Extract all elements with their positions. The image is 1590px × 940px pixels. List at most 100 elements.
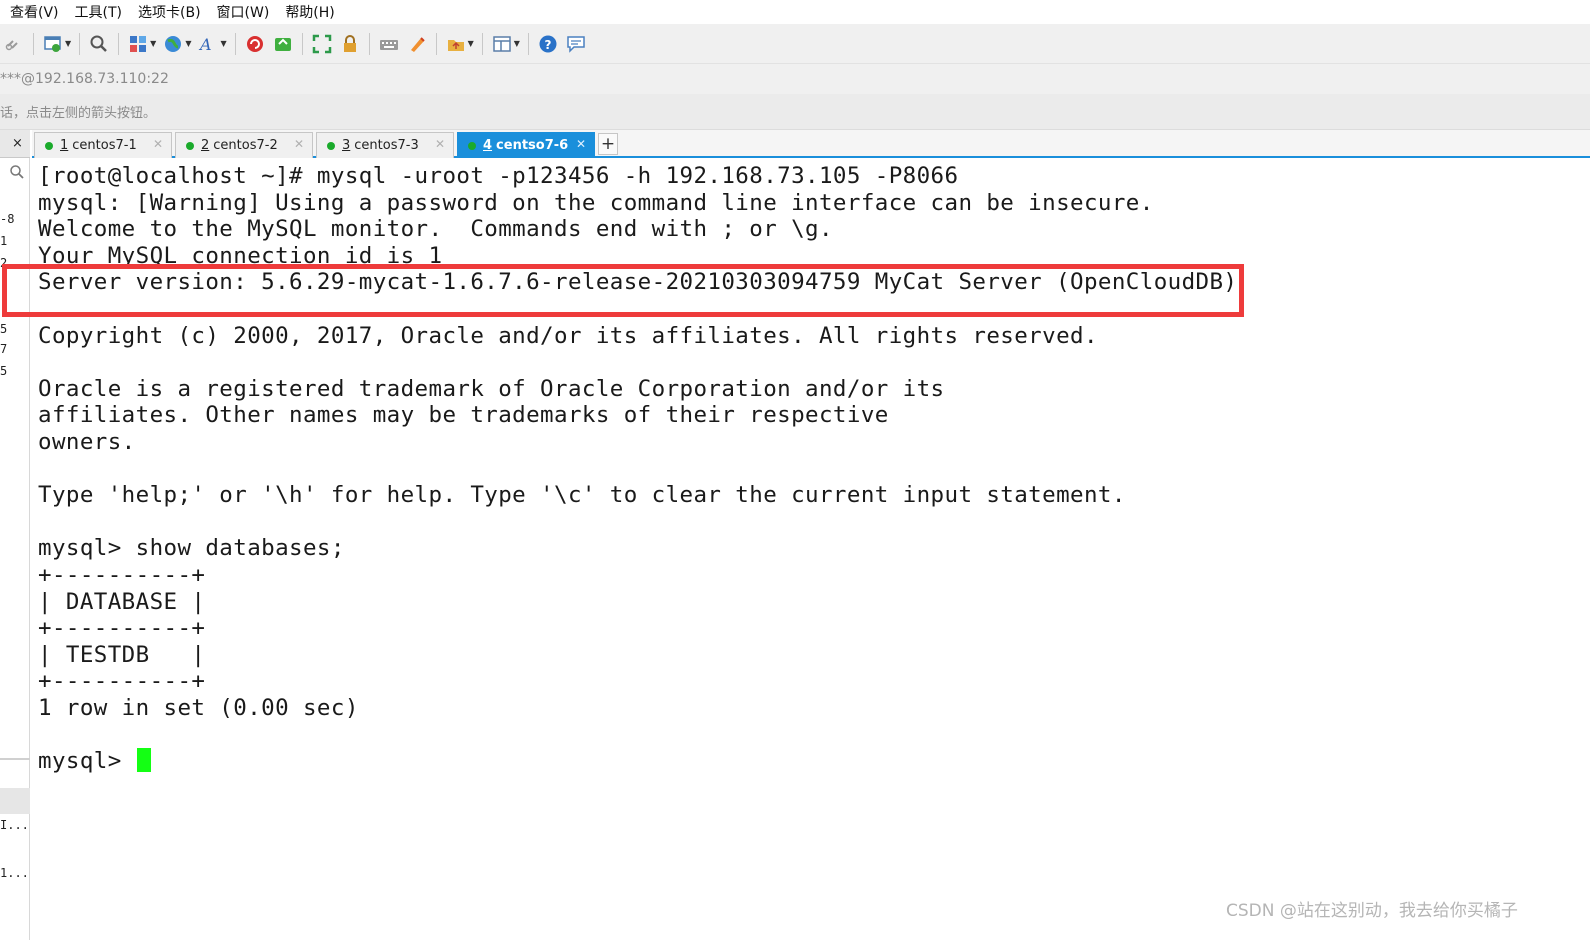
- layout-icon[interactable]: [489, 31, 515, 57]
- terminal-line-text: 1 row in set (0.00 sec): [38, 694, 359, 721]
- connected-status-icon: [186, 141, 194, 150]
- chevron-down-icon[interactable]: ▼: [468, 39, 474, 48]
- connected-status-icon: [45, 141, 53, 150]
- menu-window[interactable]: 窗口(W): [217, 2, 270, 22]
- chevron-down-icon[interactable]: ▼: [514, 39, 520, 48]
- connected-status-icon: [468, 141, 476, 150]
- panel-fragment: -8: [0, 212, 15, 226]
- watermark: CSDN @站在这别动，我去给你买橘子: [1226, 901, 1518, 921]
- chevron-down-icon[interactable]: ▼: [150, 39, 156, 48]
- close-icon[interactable]: ✕: [294, 137, 304, 151]
- menu-help[interactable]: 帮助(H): [285, 2, 334, 22]
- tab-number: 2: [201, 138, 210, 153]
- tab-centso7-6[interactable]: 4 centso7-6 ✕: [457, 132, 595, 158]
- address-bar: ***@192.168.73.110:22: [0, 64, 1590, 94]
- terminal-line-text: +----------+: [38, 615, 206, 642]
- highlight-annotation: [2, 264, 1244, 317]
- terminal-line: Copyright (c) 2000, 2017, Oracle and/or …: [38, 323, 1237, 350]
- terminal-line: mysql: [Warning] Using a password on the…: [38, 190, 1237, 217]
- toolbar: ▼ ▼ ▼ A ▼ ▼ ▼ ?: [0, 24, 1590, 64]
- tab-number: 3: [342, 138, 351, 153]
- session-manager-panel: × -8 1 2 5 7 5 I... 1...: [0, 130, 30, 940]
- hint-bar: 话，点击左侧的箭头按钮。: [0, 94, 1590, 130]
- panel-header: ×: [0, 130, 30, 158]
- toolbar-separator: [435, 32, 437, 55]
- terminal-line: +----------+: [38, 562, 1237, 589]
- toolbar-separator: [481, 32, 483, 55]
- tab-number: 1: [60, 138, 69, 153]
- terminal-line: 1 row in set (0.00 sec): [38, 695, 1237, 722]
- font-icon[interactable]: A: [195, 31, 221, 57]
- properties-icon[interactable]: [125, 31, 151, 57]
- transfer-icon[interactable]: [443, 31, 469, 57]
- menu-tools[interactable]: 工具(T): [75, 2, 122, 22]
- svg-text:?: ?: [544, 38, 551, 52]
- chat-icon[interactable]: [563, 31, 589, 57]
- panel-fragment: 7: [0, 342, 8, 356]
- chevron-down-icon[interactable]: ▼: [220, 39, 226, 48]
- xshell-red-icon[interactable]: [242, 31, 268, 57]
- toolbar-separator: [33, 32, 34, 55]
- session-tab-bar: 1 centos7-1 ✕ 2 centos7-2 ✕ 3 centos7-3 …: [32, 130, 1590, 158]
- terminal-line-text: Type 'help;' or '\h' for help. Type '\c'…: [38, 482, 1126, 509]
- toolbar-separator: [118, 32, 120, 55]
- terminal-line-text: | TESTDB |: [38, 641, 206, 668]
- menu-view[interactable]: 查看(V): [10, 2, 59, 22]
- terminal-lines: [root@localhost ~]# mysql -uroot -p12345…: [38, 163, 1237, 775]
- globe-icon[interactable]: [160, 31, 186, 57]
- close-icon[interactable]: ✕: [435, 137, 445, 151]
- chevron-down-icon[interactable]: ▼: [185, 39, 191, 48]
- panel-section: [0, 788, 30, 814]
- terminal-line: [root@localhost ~]# mysql -uroot -p12345…: [38, 163, 1237, 190]
- terminal-line-text: mysql: [Warning] Using a password on the…: [38, 189, 1154, 216]
- session-address[interactable]: ***@192.168.73.110:22: [0, 71, 169, 87]
- hint-text: 话，点击左侧的箭头按钮。: [0, 106, 157, 121]
- tab-centos7-3[interactable]: 3 centos7-3 ✕: [316, 132, 454, 158]
- terminal-line: owners.: [38, 429, 1237, 456]
- terminal-line: | DATABASE |: [38, 589, 1237, 616]
- terminal-line-text: | DATABASE |: [38, 588, 206, 615]
- terminal-line: Welcome to the MySQL monitor. Commands e…: [38, 216, 1237, 243]
- toolbar-separator: [79, 32, 81, 55]
- terminal-line: Type 'help;' or '\h' for help. Type '\c'…: [38, 482, 1237, 509]
- close-icon[interactable]: ✕: [576, 137, 586, 151]
- terminal-line: +----------+: [38, 668, 1237, 695]
- toolbar-separator: [234, 32, 236, 55]
- tab-centos7-2[interactable]: 2 centos7-2 ✕: [175, 132, 313, 158]
- terminal-line: Oracle is a registered trademark of Orac…: [38, 376, 1237, 403]
- new-session-icon[interactable]: [40, 31, 66, 57]
- terminal-line-text: mysql>: [38, 748, 136, 775]
- terminal-line: mysql> show databases;: [38, 535, 1237, 562]
- highlight-icon[interactable]: [404, 31, 430, 57]
- terminal-line-text: owners.: [38, 428, 136, 455]
- help-icon[interactable]: ?: [535, 31, 561, 57]
- panel-fragment: 5: [0, 364, 8, 378]
- close-icon[interactable]: ✕: [153, 137, 163, 151]
- panel-fragment: 1...: [0, 866, 29, 880]
- link-icon[interactable]: [1, 31, 27, 57]
- close-icon[interactable]: ×: [12, 136, 23, 151]
- tab-label: centso7-6: [496, 138, 569, 153]
- keyboard-icon[interactable]: [376, 31, 402, 57]
- search-icon[interactable]: [9, 164, 29, 184]
- terminal-line-text: affiliates. Other names may be trademark…: [38, 402, 889, 429]
- connected-status-icon: [327, 141, 335, 150]
- terminal-line-text: Copyright (c) 2000, 2017, Oracle and/or …: [38, 322, 1098, 349]
- terminal-line: affiliates. Other names may be trademark…: [38, 402, 1237, 429]
- terminal-line-text: mysql> show databases;: [38, 535, 345, 562]
- xftp-icon[interactable]: [270, 31, 296, 57]
- add-tab-button[interactable]: +: [598, 133, 618, 155]
- tab-centos7-1[interactable]: 1 centos7-1 ✕: [34, 132, 172, 158]
- chevron-down-icon[interactable]: ▼: [65, 39, 71, 48]
- terminal-line: mysql>: [38, 748, 1237, 775]
- toolbar-separator: [368, 32, 370, 55]
- terminal-line: | TESTDB |: [38, 642, 1237, 669]
- fullscreen-icon[interactable]: [309, 31, 335, 57]
- menu-tabs[interactable]: 选项卡(B): [138, 2, 201, 22]
- lock-icon[interactable]: [337, 31, 363, 57]
- find-icon[interactable]: [86, 31, 112, 57]
- panel-fragment: I...: [0, 818, 29, 832]
